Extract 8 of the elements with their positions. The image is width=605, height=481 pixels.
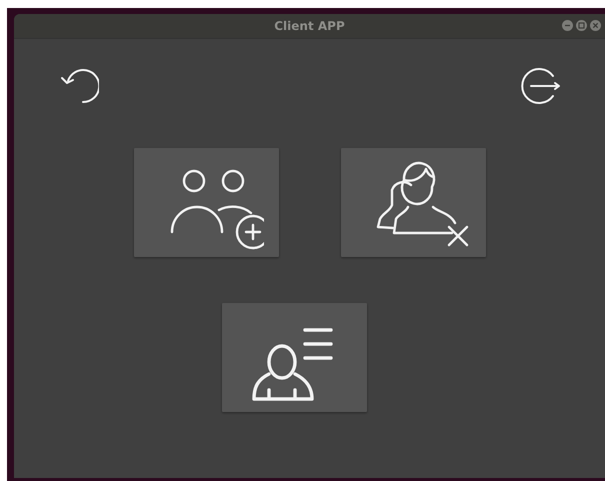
maximize-icon[interactable] — [576, 20, 587, 31]
minimize-icon[interactable] — [562, 20, 573, 31]
window-title: Client APP — [274, 19, 345, 33]
add-users-button[interactable] — [134, 148, 279, 257]
remove-user-button[interactable] — [341, 148, 486, 257]
undo-icon — [59, 66, 99, 106]
user-details-button[interactable] — [222, 303, 367, 412]
close-icon[interactable] — [590, 20, 601, 31]
